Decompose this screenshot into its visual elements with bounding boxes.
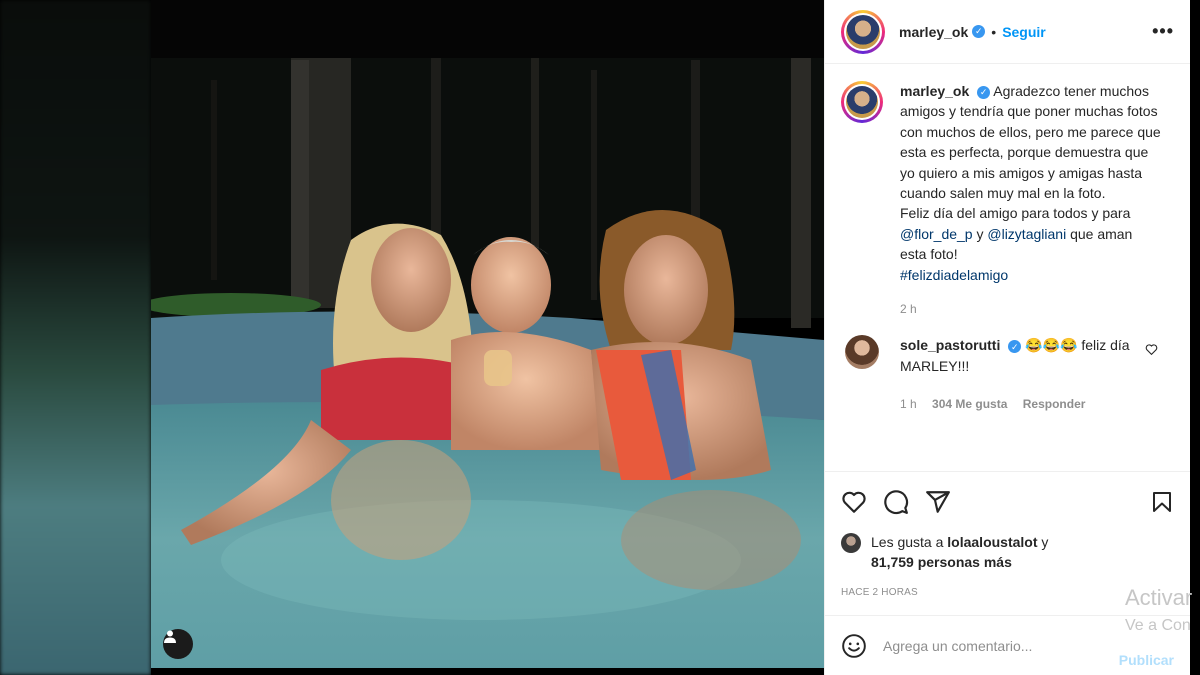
like-heart-icon[interactable] [841,489,867,515]
comment-item: sole_pastorutti ✓ 😂😂😂 feliz día MARLEY!!… [841,335,1174,414]
save-bookmark-icon[interactable] [1150,489,1174,515]
comment-input[interactable] [883,637,1103,654]
blurred-backdrop-left [0,0,151,675]
verified-badge-icon: ✓ [977,85,991,99]
tagged-users-button[interactable] [163,629,193,659]
comment-time: 1 h [900,397,917,412]
author-avatar[interactable] [841,9,885,54]
post-header: marley_ok ✓ • Seguir ••• [825,0,1190,64]
comment-bubble-icon[interactable] [883,489,909,515]
caption-text: Agradezco tener muchos amigos y tendría … [900,83,1161,202]
verified-badge-icon: ✓ [972,25,986,38]
liker-username[interactable]: lolaaloustalot [947,534,1037,550]
comment-meta: 1 h 304 Me gusta Responder [900,394,1162,414]
caption-time: 2 h [900,302,917,317]
user-icon [164,630,176,643]
likes-prefix: Les gusta a [871,534,944,550]
hashtag-link[interactable]: #felizdiadelamigo [900,267,1008,283]
post-timestamp[interactable]: HACE 2 HORAS [841,587,1174,598]
caption-meta: 2 h [900,299,1162,319]
likes-connector: y [1041,534,1049,550]
mention-link-1[interactable]: @flor_de_p [900,226,973,242]
liker-avatar[interactable] [841,533,861,553]
follow-button[interactable]: Seguir [1002,24,1046,40]
post-photo[interactable] [151,0,824,675]
comments-section: marley_ok ✓ Agradezco tener muchos amigo… [825,65,1190,470]
photo-scene [151,0,824,675]
reply-button[interactable]: Responder [1023,397,1086,411]
commenter-username[interactable]: sole_pastorutti [900,337,1000,353]
likes-summary: Les gusta a lolaaloustalot y 81,759 pers… [841,532,1174,572]
likes-count[interactable]: 81,759 personas más [871,554,1012,570]
publish-button[interactable]: Publicar [1119,652,1174,668]
post-side-panel: marley_ok ✓ • Seguir ••• marley_ok ✓ Agr… [824,0,1190,675]
verified-badge-icon: ✓ [1008,340,1022,354]
caption-avatar[interactable] [841,81,883,123]
caption-line2: Feliz día del amigo para todos y para [900,205,1131,222]
caption-body: marley_ok ✓ Agradezco tener muchos amigo… [900,81,1162,319]
author-username[interactable]: marley_ok [899,24,968,40]
emoji-smiley-icon[interactable] [841,633,867,659]
comment-body: sole_pastorutti ✓ 😂😂😂 feliz día MARLEY!!… [900,335,1162,414]
add-comment-bar: Publicar [825,615,1190,675]
action-bar [841,472,1174,532]
comment-emoji: 😂😂😂 [1025,337,1078,354]
caption: marley_ok ✓ Agradezco tener muchos amigo… [841,81,1174,319]
caption-connector: y [976,225,984,242]
post-actions-area: Les gusta a lolaaloustalot y 81,759 pers… [825,471,1190,607]
commenter-avatar[interactable] [845,335,879,370]
comment-likes[interactable]: 304 Me gusta [932,397,1007,411]
mention-link-2[interactable]: @lizytagliani [987,226,1066,242]
comment-like-heart-icon[interactable] [1145,343,1158,361]
right-edge [1190,0,1200,675]
share-send-icon[interactable] [925,489,951,515]
header-separator: • [991,23,997,40]
caption-username[interactable]: marley_ok [900,83,969,99]
more-horizontal-icon[interactable]: ••• [1152,21,1174,42]
